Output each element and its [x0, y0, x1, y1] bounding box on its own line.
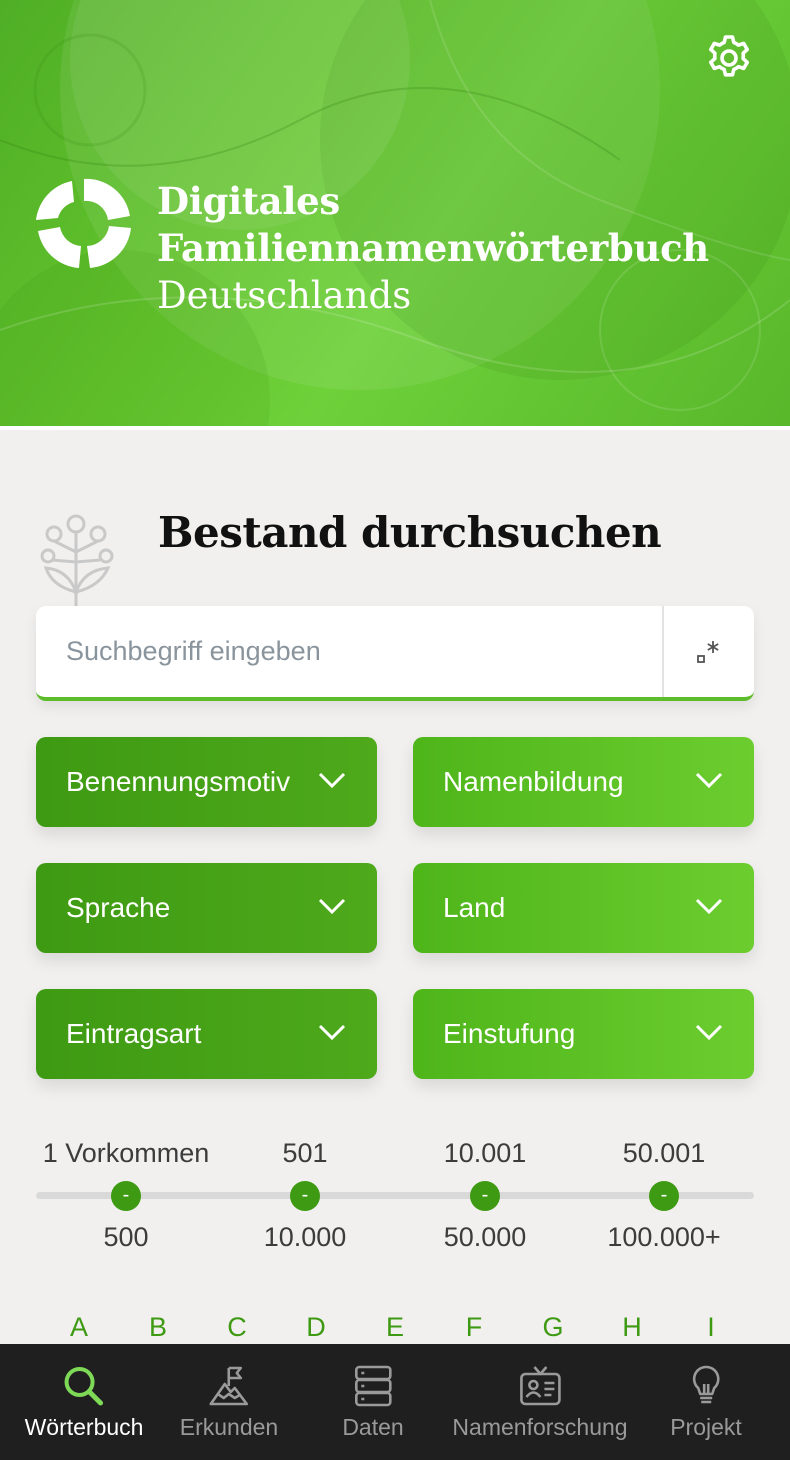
alphabet-letter-c[interactable]: C: [227, 1312, 247, 1343]
nav-label: Namenforschung: [452, 1414, 628, 1440]
range-2-from: 501: [282, 1138, 328, 1168]
range-1-from: 1 Vorkommen: [42, 1138, 210, 1168]
range-4-to: 100.000+: [607, 1222, 721, 1252]
dfd-logo-icon: [36, 178, 131, 268]
alphabet-letter-a[interactable]: A: [70, 1312, 88, 1343]
app-header: Digitales Familiennamenwörterbuch Deutsc…: [0, 0, 790, 426]
filter-label: Eintragsart: [66, 1018, 202, 1049]
regex-icon: [697, 640, 719, 663]
filter-label: Einstufung: [443, 1018, 576, 1049]
alphabet-letter-f[interactable]: F: [466, 1312, 483, 1343]
search-box: [36, 606, 754, 701]
lightbulb-icon: [692, 1365, 720, 1404]
search-input[interactable]: [36, 606, 662, 697]
search-icon: [65, 1367, 104, 1406]
alphabet-letter-d[interactable]: D: [306, 1312, 326, 1343]
alphabet-letter-b[interactable]: B: [149, 1312, 167, 1343]
regex-toggle-button[interactable]: [662, 606, 754, 697]
frequency-knob-3[interactable]: -: [470, 1181, 500, 1211]
nav-item-erkunden[interactable]: Erkunden: [180, 1344, 278, 1460]
filter-land[interactable]: Land: [413, 863, 754, 953]
nav-item-woerterbuch[interactable]: Wörterbuch: [24, 1344, 144, 1460]
filter-namenbildung[interactable]: Namenbildung: [413, 737, 754, 827]
chevron-down-icon: [318, 1024, 346, 1041]
alphabet-letter-g[interactable]: G: [542, 1312, 563, 1343]
nav-label: Projekt: [670, 1414, 742, 1440]
range-3-from: 10.001: [443, 1138, 527, 1168]
filter-label: Benennungsmotiv: [66, 766, 291, 797]
range-1-to: 500: [103, 1222, 149, 1252]
chevron-down-icon: [318, 898, 346, 915]
chevron-down-icon: [695, 1024, 723, 1041]
settings-gear-icon[interactable]: [703, 32, 755, 84]
range-4-from: 50.001: [622, 1138, 706, 1168]
filter-einstufung[interactable]: Einstufung: [413, 989, 754, 1079]
title-line-3: Deutschlands: [157, 274, 412, 317]
frequency-slider-track[interactable]: [36, 1192, 754, 1199]
title-line-2: Familiennamenwörterbuch: [157, 226, 709, 270]
nav-item-projekt[interactable]: Projekt: [670, 1344, 742, 1460]
id-card-tv-icon: [519, 1366, 561, 1406]
bottom-navigation: Wörterbuch Erkunden Daten Namenforschung…: [0, 1344, 790, 1460]
frequency-knob-4[interactable]: -: [649, 1181, 679, 1211]
header-divider: [0, 426, 790, 430]
nav-label: Wörterbuch: [24, 1414, 144, 1440]
filter-label: Namenbildung: [443, 766, 624, 797]
plant-decoration-icon: [40, 514, 114, 608]
nav-item-daten[interactable]: Daten: [342, 1344, 404, 1460]
search-heading: Bestand durchsuchen: [158, 508, 662, 557]
app-title: Digitales Familiennamenwörterbuch Deutsc…: [157, 178, 709, 319]
nav-label: Erkunden: [179, 1414, 279, 1440]
title-line-1: Digitales: [157, 179, 340, 223]
chevron-down-icon: [695, 898, 723, 915]
range-2-to: 10.000: [263, 1222, 347, 1252]
filter-sprache[interactable]: Sprache: [36, 863, 377, 953]
filter-label: Land: [443, 892, 506, 923]
alphabet-letter-i[interactable]: I: [707, 1312, 715, 1343]
frequency-knob-1[interactable]: -: [111, 1181, 141, 1211]
filter-benennungsmotiv[interactable]: Benennungsmotiv: [36, 737, 377, 827]
alphabet-letter-e[interactable]: E: [386, 1312, 404, 1343]
database-icon: [354, 1365, 392, 1407]
frequency-knob-2[interactable]: -: [290, 1181, 320, 1211]
chevron-down-icon: [695, 772, 723, 789]
filter-label: Sprache: [66, 892, 171, 923]
filter-eintragsart[interactable]: Eintragsart: [36, 989, 377, 1079]
range-3-to: 50.000: [443, 1222, 527, 1252]
flag-mountain-icon: [209, 1366, 249, 1406]
chevron-down-icon: [318, 772, 346, 789]
nav-label: Daten: [342, 1414, 404, 1440]
nav-item-namenforschung[interactable]: Namenforschung: [452, 1344, 628, 1460]
alphabet-letter-h[interactable]: H: [622, 1312, 642, 1343]
